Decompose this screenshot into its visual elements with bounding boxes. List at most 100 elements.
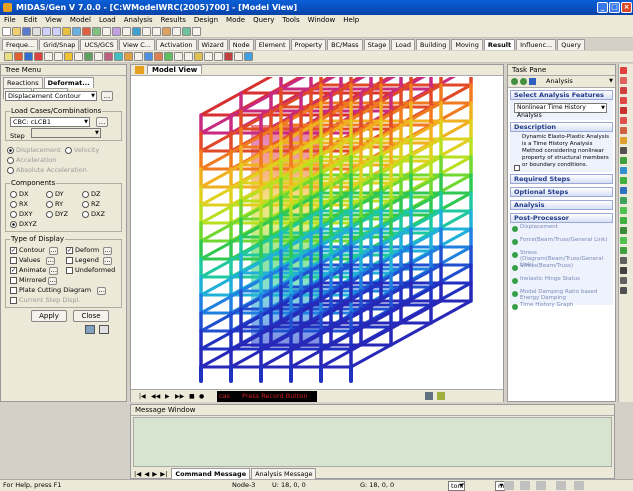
values-more-button[interactable]: ... <box>46 257 56 265</box>
display-icon[interactable] <box>182 27 191 36</box>
tab-result[interactable]: Result <box>483 39 516 50</box>
home-icon[interactable] <box>529 78 536 85</box>
front-view-icon[interactable] <box>142 27 151 36</box>
menu-edit[interactable]: Edit <box>20 15 42 24</box>
new-icon[interactable] <box>2 27 11 36</box>
analysis-feature-select[interactable]: Nonlinear Time History Analysis <box>514 103 607 119</box>
report-icon[interactable] <box>214 52 223 61</box>
fit-icon[interactable] <box>122 27 131 36</box>
tab-view-control[interactable]: View C... <box>118 39 155 50</box>
info-icon[interactable] <box>244 52 253 61</box>
radio-velocity[interactable]: Velocity <box>74 146 100 154</box>
menu-help[interactable]: Help <box>339 15 363 24</box>
radio-dy[interactable]: DY <box>55 190 64 198</box>
copy-icon[interactable] <box>72 27 81 36</box>
contour-icon[interactable] <box>154 52 163 61</box>
first-frame-icon[interactable]: |◀ <box>139 393 146 400</box>
side-icon-14[interactable] <box>620 197 627 204</box>
check-plate-cutting[interactable]: Plate Cutting Diagram <box>19 286 91 294</box>
tab-ucs-gcs[interactable]: UCS/GCS <box>80 39 118 50</box>
maximize-button[interactable]: □ <box>609 2 620 13</box>
radio-dxy[interactable]: DXY <box>19 210 32 218</box>
side-icon-3[interactable] <box>620 87 627 94</box>
zoom-icon[interactable] <box>92 27 101 36</box>
graph-icon[interactable] <box>194 52 203 61</box>
node-number-icon[interactable] <box>54 52 63 61</box>
side-icon-10[interactable] <box>620 157 627 164</box>
message-area[interactable] <box>133 417 612 467</box>
redo-icon[interactable] <box>52 27 61 36</box>
post-force[interactable]: Force(Beam/Truss/General Link) <box>510 237 613 249</box>
tab-element[interactable]: Element <box>254 39 290 50</box>
check-mirrored[interactable]: Mirrored <box>19 276 46 284</box>
menu-load[interactable]: Load <box>95 15 120 24</box>
back-icon[interactable] <box>511 78 518 85</box>
values-icon[interactable] <box>184 52 193 61</box>
legend-more-button[interactable]: ... <box>102 257 112 265</box>
side-icon-6[interactable] <box>620 117 627 124</box>
check-values[interactable]: Values <box>19 256 40 264</box>
tab-query[interactable]: Query <box>557 39 585 50</box>
table-icon[interactable] <box>204 52 213 61</box>
side-icon-19[interactable] <box>620 247 627 254</box>
undo-icon[interactable] <box>42 27 51 36</box>
print-icon[interactable] <box>32 27 41 36</box>
side-icon-1[interactable] <box>620 67 627 74</box>
tab-moving[interactable]: Moving <box>451 39 483 50</box>
side-icon-13[interactable] <box>620 187 627 194</box>
tab-deformations[interactable]: Deformat... <box>43 77 94 88</box>
tab-stage[interactable]: Stage <box>363 39 391 50</box>
side-icon-11[interactable] <box>620 167 627 174</box>
mass-icon[interactable] <box>134 52 143 61</box>
animate-more-button[interactable]: ... <box>49 267 59 275</box>
beam-icon[interactable] <box>84 52 93 61</box>
save-anim-icon[interactable] <box>425 392 433 400</box>
deselect-icon[interactable] <box>44 52 53 61</box>
status-icon-3[interactable] <box>536 481 546 490</box>
radio-acceleration[interactable]: Acceleration <box>16 156 56 164</box>
animate-icon[interactable] <box>174 52 183 61</box>
mirrored-more-button[interactable]: ... <box>48 277 58 285</box>
check-contour[interactable]: Contour <box>19 246 45 254</box>
load-case-more-button[interactable]: ... <box>96 117 108 127</box>
minimize-button[interactable]: _ <box>597 2 608 13</box>
next-frame-icon[interactable]: ▶▶ <box>175 393 184 400</box>
radio-absolute-acceleration[interactable]: Absolute Acceleration <box>16 166 87 174</box>
plate-cutting-more-button[interactable]: ... <box>97 287 107 295</box>
solid-icon[interactable] <box>104 52 113 61</box>
stop-icon[interactable] <box>224 52 233 61</box>
forward-icon[interactable] <box>520 78 527 85</box>
close-panel-button[interactable]: Close <box>73 310 109 322</box>
tab-grid-snap[interactable]: Grid/Snap <box>39 39 80 50</box>
required-steps-header[interactable]: Required Steps <box>510 174 613 184</box>
menu-design[interactable]: Design <box>190 15 222 24</box>
iso-view-icon[interactable] <box>132 27 141 36</box>
side-icon-21[interactable] <box>620 267 627 274</box>
tab-building[interactable]: Building <box>415 39 451 50</box>
menu-results[interactable]: Results <box>157 15 190 24</box>
load-icon[interactable] <box>124 52 133 61</box>
side-icon-16[interactable] <box>620 217 627 224</box>
contour-type-more-button[interactable]: ... <box>101 91 113 101</box>
check-animate[interactable]: Animate <box>19 266 46 274</box>
structure-3d-view[interactable] <box>131 77 503 389</box>
play-icon[interactable]: ▶ <box>165 393 170 400</box>
deform-icon[interactable] <box>144 52 153 61</box>
tab-wizard[interactable]: Wizard <box>197 39 228 50</box>
side-icon-23[interactable] <box>620 287 627 294</box>
menu-tools[interactable]: Tools <box>278 15 303 24</box>
side-icon-9[interactable] <box>620 147 627 154</box>
pan-icon[interactable] <box>102 27 111 36</box>
tab-property[interactable]: Property <box>290 39 327 50</box>
open-icon[interactable] <box>12 27 21 36</box>
radio-displacement[interactable]: Displacement <box>16 146 61 154</box>
radio-ry[interactable]: RY <box>55 200 63 208</box>
top-view-icon[interactable] <box>152 27 161 36</box>
select-polygon-icon[interactable] <box>34 52 43 61</box>
apply-button[interactable]: Apply <box>31 310 67 322</box>
post-processor-header[interactable]: Post-Processor <box>510 213 613 223</box>
menu-analysis[interactable]: Analysis <box>120 15 157 24</box>
check-legend[interactable]: Legend <box>75 256 99 264</box>
task-category-select[interactable]: Analysis <box>540 77 614 87</box>
tab-load[interactable]: Load <box>391 39 415 50</box>
